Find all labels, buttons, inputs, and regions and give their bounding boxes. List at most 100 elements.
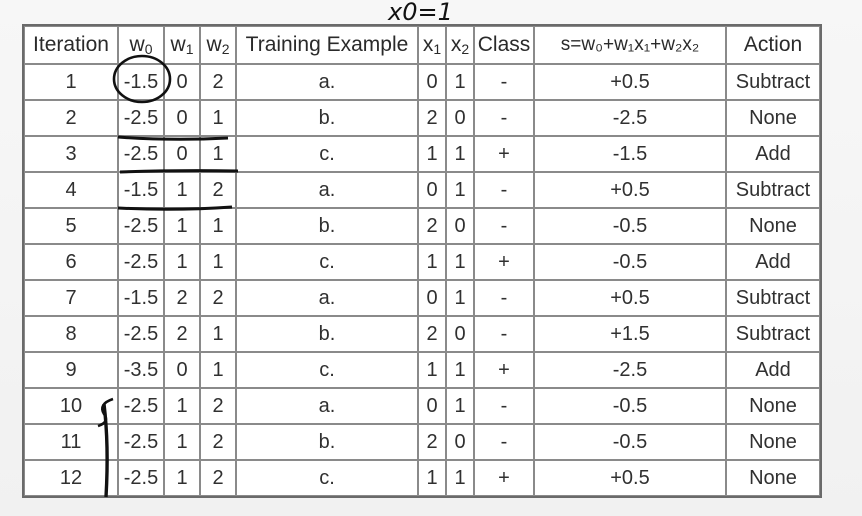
table-row: 12 -2.5 1 2 c. 1 1 + +0.5 None (24, 460, 820, 496)
header-action: Action (726, 26, 820, 64)
cell-action: None (726, 460, 820, 496)
cell-w0: -2.5 (118, 388, 164, 424)
cell-x2: 1 (446, 172, 474, 208)
cell-action: Add (726, 136, 820, 172)
cell-example: c. (236, 352, 418, 388)
header-x1-sub: 1 (433, 41, 442, 57)
cell-action: None (726, 100, 820, 136)
cell-x1: 1 (418, 136, 446, 172)
header-training-example: Training Example (236, 26, 418, 64)
header-iteration: Iteration (24, 26, 118, 64)
cell-action: Subtract (726, 316, 820, 352)
cell-example: c. (236, 136, 418, 172)
cell-w0: -2.5 (118, 208, 164, 244)
cell-class: - (474, 316, 534, 352)
cell-action: None (726, 208, 820, 244)
cell-w2: 2 (200, 424, 236, 460)
cell-w0: -2.5 (118, 136, 164, 172)
cell-action: Subtract (726, 64, 820, 100)
cell-s-value: -2.5 (534, 352, 726, 388)
cell-iteration: 10 (24, 388, 118, 424)
cell-x1: 0 (418, 280, 446, 316)
cell-w1: 1 (164, 208, 200, 244)
cell-example: b. (236, 100, 418, 136)
cell-s-value: +0.5 (534, 172, 726, 208)
cell-example: a. (236, 64, 418, 100)
header-s-formula: s=w₀+w₁x₁+w₂x₂ (534, 26, 726, 64)
cell-x2: 1 (446, 388, 474, 424)
cell-x1: 2 (418, 208, 446, 244)
cell-x1: 0 (418, 172, 446, 208)
cell-action: Subtract (726, 172, 820, 208)
cell-x2: 1 (446, 460, 474, 496)
cell-class: - (474, 100, 534, 136)
cell-iteration: 1 (24, 64, 118, 100)
cell-s-value: -1.5 (534, 136, 726, 172)
header-x2-base: x (450, 33, 462, 56)
table-row: 9 -3.5 0 1 c. 1 1 + -2.5 Add (24, 352, 820, 388)
table-row: 2 -2.5 0 1 b. 2 0- -2.5 None (24, 100, 820, 136)
cell-example: a. (236, 388, 418, 424)
header-x1: x1 (418, 26, 446, 64)
cell-action: None (726, 424, 820, 460)
table-row: 3 -2.5 0 1 c. 1 1 + -1.5 Add (24, 136, 820, 172)
table-row: 1 -1.5 0 2 a. 0 1- +0.5 Subtract (24, 64, 820, 100)
table-row: 4 -1.5 1 2 a. 0 1- +0.5 Subtract (24, 172, 820, 208)
header-w2: w2 (200, 26, 236, 64)
cell-w0: -1.5 (118, 172, 164, 208)
cell-w0: -2.5 (118, 244, 164, 280)
header-w1-sub: 1 (185, 41, 194, 57)
cell-iteration: 11 (24, 424, 118, 460)
header-w0: w0 (118, 26, 164, 64)
cell-w0: -3.5 (118, 352, 164, 388)
cell-iteration: 4 (24, 172, 118, 208)
cell-w1: 1 (164, 424, 200, 460)
cell-action: None (726, 388, 820, 424)
cell-action: Add (726, 244, 820, 280)
cell-w0: -2.5 (118, 316, 164, 352)
table-row: 10 -2.5 1 2 a. 0 1- -0.5 None (24, 388, 820, 424)
cell-w2: 1 (200, 136, 236, 172)
cell-w2: 1 (200, 100, 236, 136)
cell-iteration: 7 (24, 280, 118, 316)
table-row: 11 -2.5 1 2 b. 2 0- -0.5 None (24, 424, 820, 460)
cell-w2: 2 (200, 172, 236, 208)
cell-x1: 2 (418, 316, 446, 352)
cell-x2: 0 (446, 208, 474, 244)
header-class: Class (474, 26, 534, 64)
header-w2-sub: 2 (221, 41, 230, 57)
table-row: 5 -2.5 1 1 b. 2 0- -0.5 None (24, 208, 820, 244)
cell-example: b. (236, 316, 418, 352)
cell-class: + (474, 136, 534, 172)
cell-w1: 1 (164, 172, 200, 208)
header-w0-base: w (129, 33, 145, 56)
cell-x1: 1 (418, 460, 446, 496)
cell-w1: 1 (164, 460, 200, 496)
cell-s-value: -0.5 (534, 388, 726, 424)
cell-class: + (474, 352, 534, 388)
table-row: 6 -2.5 1 1 c. 1 1 + -0.5 Add (24, 244, 820, 280)
header-w1: w1 (164, 26, 200, 64)
cell-class: - (474, 172, 534, 208)
cell-w2: 1 (200, 244, 236, 280)
cell-s-value: +1.5 (534, 316, 726, 352)
cell-w1: 0 (164, 352, 200, 388)
header-w0-sub: 0 (144, 41, 153, 57)
cell-example: b. (236, 208, 418, 244)
cell-w2: 2 (200, 388, 236, 424)
document-page: Iteration w0 w1 w2 Training Example x1 x… (0, 0, 862, 516)
cell-w1: 0 (164, 136, 200, 172)
header-x1-base: x (422, 33, 434, 56)
cell-x2: 0 (446, 424, 474, 460)
cell-w2: 2 (200, 280, 236, 316)
cell-action: Subtract (726, 280, 820, 316)
cell-iteration: 8 (24, 316, 118, 352)
cell-s-value: -0.5 (534, 208, 726, 244)
cell-x2: 1 (446, 244, 474, 280)
cell-w2: 2 (200, 64, 236, 100)
cell-class: - (474, 424, 534, 460)
cell-class: - (474, 388, 534, 424)
cell-class: - (474, 280, 534, 316)
cell-x1: 2 (418, 424, 446, 460)
cell-example: a. (236, 280, 418, 316)
